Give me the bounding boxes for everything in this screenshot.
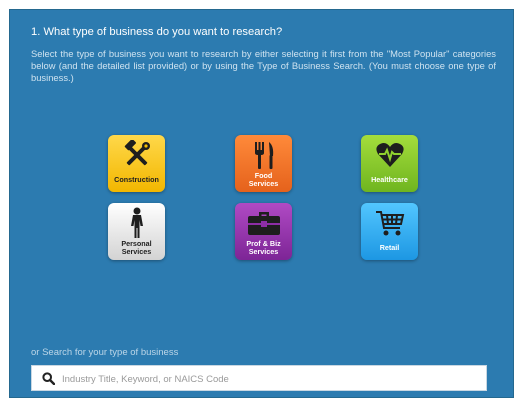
category-label: Retail bbox=[379, 243, 400, 252]
briefcase-icon bbox=[235, 206, 292, 239]
construction-tools-icon bbox=[108, 138, 165, 171]
heartbeat-icon bbox=[361, 138, 418, 171]
category-label: Construction bbox=[114, 175, 159, 184]
category-label-line2: Services bbox=[248, 179, 279, 188]
category-label: Healthcare bbox=[371, 175, 408, 184]
category-label-line2: Services bbox=[121, 247, 152, 256]
search-icon bbox=[42, 372, 56, 390]
question-heading: 1. What type of business do you want to … bbox=[31, 26, 283, 38]
search-input[interactable] bbox=[60, 369, 484, 389]
search-label: or Search for your type of business bbox=[31, 347, 179, 358]
category-retail-button[interactable]: Retail bbox=[361, 203, 418, 260]
category-personal-services-button[interactable]: Personal Services bbox=[108, 203, 165, 260]
shopping-cart-icon bbox=[361, 206, 418, 239]
fork-knife-icon bbox=[235, 138, 292, 171]
category-prof-biz-services-button[interactable]: Prof & Biz Services bbox=[235, 203, 292, 260]
business-type-panel: 1. What type of business do you want to … bbox=[9, 9, 514, 398]
person-icon bbox=[108, 206, 165, 239]
category-construction-button[interactable]: Construction bbox=[108, 135, 165, 192]
search-box[interactable] bbox=[31, 365, 487, 391]
category-label-line2: Services bbox=[248, 247, 279, 256]
category-healthcare-button[interactable]: Healthcare bbox=[361, 135, 418, 192]
category-food-services-button[interactable]: Food Services bbox=[235, 135, 292, 192]
question-description: Select the type of business you want to … bbox=[31, 48, 496, 83]
